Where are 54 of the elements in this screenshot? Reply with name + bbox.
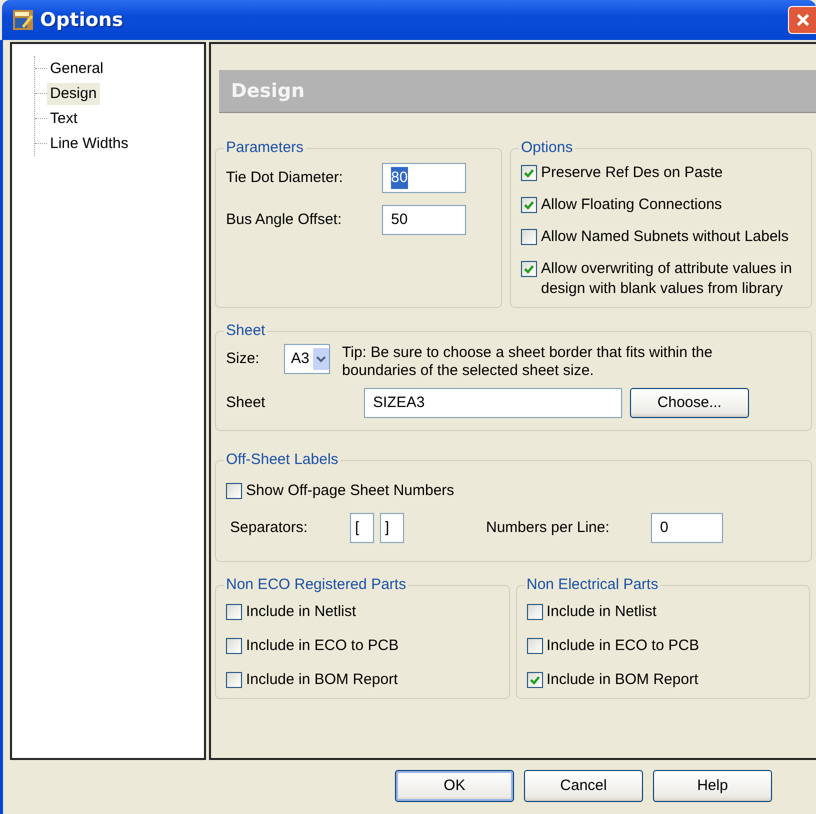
size-dropdown[interactable]: A3 — [284, 344, 330, 374]
group-title: Parameters — [225, 139, 305, 157]
checkbox[interactable] — [521, 261, 537, 277]
field-label: Numbers per Line: — [486, 518, 610, 538]
group-title: Sheet — [225, 322, 266, 340]
checkbox[interactable] — [521, 197, 537, 213]
checkbox[interactable] — [521, 165, 537, 181]
close-button[interactable] — [788, 6, 816, 34]
checkbox-label: Include in BOM Report — [546, 670, 698, 690]
input-field[interactable]: 80 — [382, 163, 466, 193]
choose-button[interactable]: Choose... — [630, 388, 749, 418]
sheet-field[interactable]: SIZEA3 — [364, 388, 622, 418]
input-field[interactable]: 50 — [382, 205, 466, 235]
app-icon — [12, 9, 34, 31]
checkbox-label: Include in ECO to PCB — [246, 636, 399, 656]
dialog-button[interactable]: OK — [395, 770, 514, 802]
separator-field[interactable]: ] — [380, 513, 404, 543]
tree-item[interactable]: General — [47, 58, 106, 80]
checkbox[interactable] — [521, 229, 537, 245]
separator-field[interactable]: [ — [350, 513, 374, 543]
checkbox-label: Include in Netlist — [546, 602, 657, 622]
field-label: Bus Angle Offset: — [226, 210, 343, 230]
checkbox-label: Allow Named Subnets without Labels — [541, 227, 789, 247]
checkbox-label: Include in ECO to PCB — [546, 636, 700, 656]
field-label: Tie Dot Diameter: — [226, 168, 344, 188]
numbers-field[interactable]: 0 — [651, 513, 723, 543]
checkbox-label: Allow overwriting of attribute values in design with blank values from library — [541, 259, 793, 299]
checkbox-label: Allow Floating Connections — [541, 195, 722, 215]
checkbox[interactable] — [226, 483, 242, 499]
checkbox-label: Include in BOM Report — [246, 670, 398, 690]
checkbox[interactable] — [226, 604, 242, 620]
tree-item[interactable]: Text — [47, 108, 81, 130]
dialog-button[interactable]: Cancel — [524, 770, 643, 802]
dialog-button[interactable]: Help — [653, 770, 772, 802]
group-title: Non Electrical Parts — [526, 576, 660, 594]
tip-text: Tip: Be sure to choose a sheet border that fits within the boundaries of the selected sheet size. — [342, 344, 714, 380]
checkbox-label: Show Off-page Sheet Numbers — [246, 481, 454, 501]
checkbox[interactable] — [226, 638, 242, 654]
field-label: Separators: — [229, 518, 309, 538]
checkbox-label: Preserve Ref Des on Paste — [541, 163, 723, 183]
tree-item[interactable]: Design — [47, 82, 100, 104]
checkbox[interactable] — [526, 672, 542, 688]
window-title: Options — [40, 8, 124, 33]
checkbox[interactable] — [526, 604, 542, 620]
group-title: Options — [520, 139, 574, 157]
group-title: Non ECO Registered Parts — [225, 576, 408, 594]
tree-item[interactable]: Line Widths — [47, 132, 132, 154]
page-header: Design — [219, 70, 816, 113]
group-title: Off-Sheet Labels — [225, 451, 340, 469]
checkbox-label: Include in Netlist — [246, 602, 356, 622]
field-label: Size: — [226, 349, 260, 369]
field-label: Sheet — [226, 392, 266, 413]
checkbox[interactable] — [226, 672, 242, 688]
checkbox[interactable] — [526, 638, 542, 654]
